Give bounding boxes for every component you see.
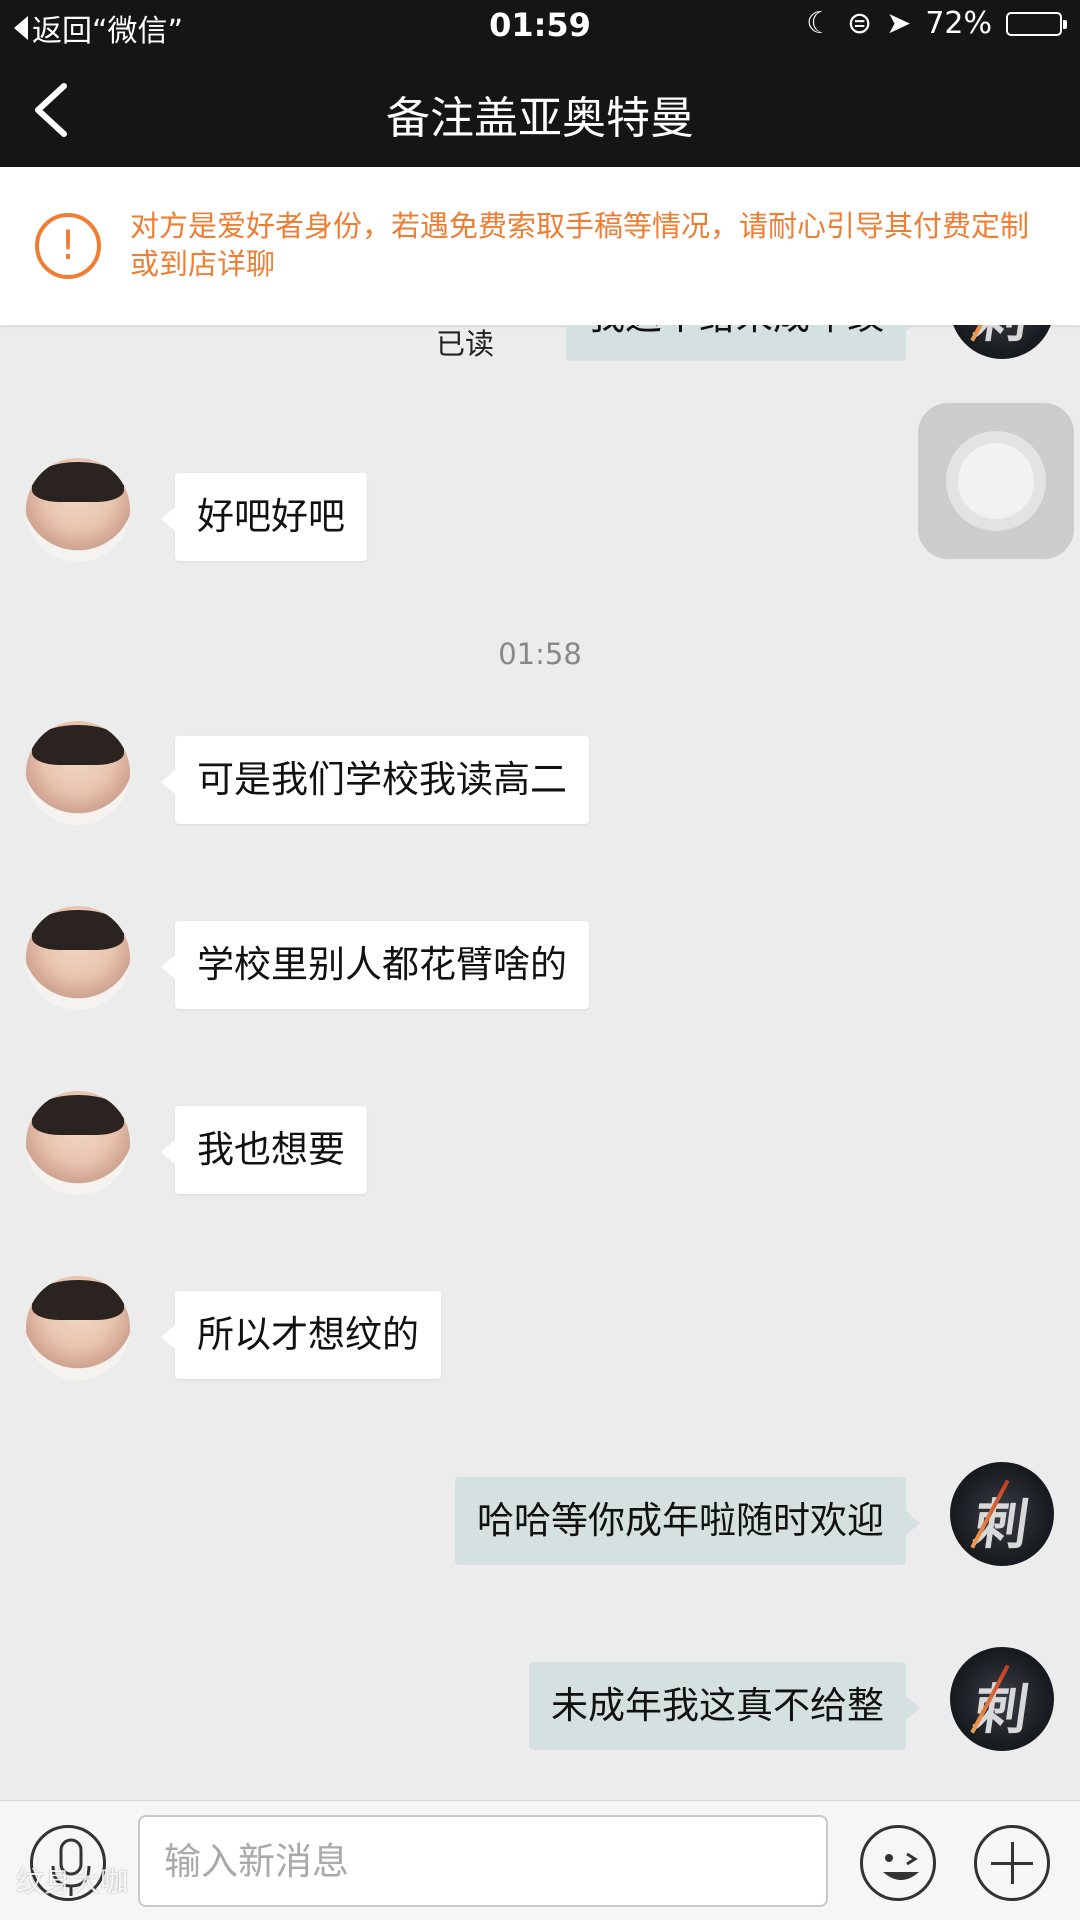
battery-percent: 72% xyxy=(925,6,992,41)
message-bubble-in[interactable]: 我也想要 xyxy=(161,1106,367,1194)
input-bar: 输入新消息 xyxy=(0,1800,1080,1920)
message-bubble-in[interactable]: 学校里别人都花臂啥的 xyxy=(161,921,589,1009)
message-bubble-in[interactable]: 好吧好吧 xyxy=(161,473,367,561)
assistive-touch-button[interactable] xyxy=(918,403,1074,559)
battery-icon xyxy=(1006,11,1067,36)
user-avatar[interactable] xyxy=(26,1276,130,1380)
emoji-button[interactable] xyxy=(860,1825,936,1901)
warning-icon: ! xyxy=(35,213,101,279)
message-input[interactable]: 输入新消息 xyxy=(138,1815,828,1907)
read-receipt: 已读 xyxy=(436,327,495,361)
user-avatar[interactable] xyxy=(26,721,130,825)
page-title: 备注盖亚奥特曼 xyxy=(386,93,694,144)
user-avatar[interactable] xyxy=(26,1091,130,1195)
message-timestamp: 01:58 xyxy=(498,637,582,671)
rotation-lock-icon: ⊜ xyxy=(847,6,873,41)
more-button[interactable] xyxy=(974,1825,1050,1901)
location-arrow-icon: ➤ xyxy=(886,6,912,41)
moon-icon: ☾ xyxy=(806,6,834,41)
shop-avatar[interactable] xyxy=(950,325,1054,359)
message-bubble-in[interactable]: 可是我们学校我读高二 xyxy=(161,736,589,824)
message-bubble-in[interactable]: 所以才想纹的 xyxy=(161,1291,441,1379)
message-bubble-out[interactable]: 未成年我这真不给整 xyxy=(529,1662,920,1750)
status-bar: 返回“微信” 01:59 ☾ ⊜ ➤ 72% xyxy=(0,0,1080,52)
notice-text: 对方是爱好者身份，若遇免费索取手稿等情况，请耐心引导其付费定制或到店详聊 xyxy=(130,209,1030,281)
status-icons: ☾ ⊜ ➤ 72% xyxy=(806,6,1067,41)
user-avatar[interactable] xyxy=(26,906,130,1010)
shop-avatar[interactable] xyxy=(950,1462,1054,1566)
emoji-wink-icon xyxy=(883,1852,919,1880)
shop-avatar[interactable] xyxy=(950,1647,1054,1751)
watermark-logo: 纹身大咖 xyxy=(16,1865,129,1898)
notice-banner: ! 对方是爱好者身份，若遇免费索取手稿等情况，请耐心引导其付费定制或到店详聊 xyxy=(0,167,1080,325)
message-bubble-out[interactable]: 我这不给未成年纹 xyxy=(566,325,920,361)
user-avatar[interactable] xyxy=(26,458,130,562)
chat-area[interactable]: 已读 我这不给未成年纹 好吧好吧 01:58 可是我们学校我读高二 学校里别人都… xyxy=(0,325,1080,1800)
message-bubble-out[interactable]: 哈哈等你成年啦随时欢迎 xyxy=(455,1477,920,1565)
nav-bar: 备注盖亚奥特曼 xyxy=(0,52,1080,167)
